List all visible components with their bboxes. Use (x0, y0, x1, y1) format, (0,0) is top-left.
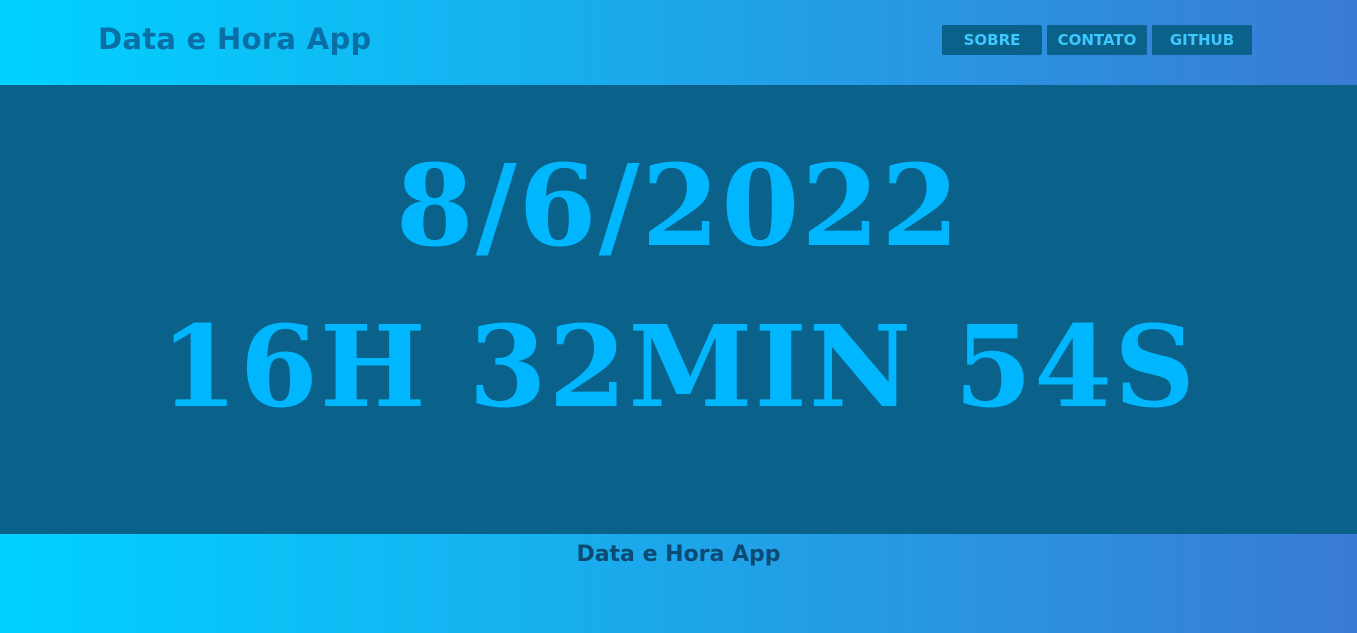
footer-bar: Data e Hora App (0, 534, 1357, 633)
nav-button-contato[interactable]: CONTATO (1047, 25, 1147, 55)
nav-menu: SOBRE CONTATO GITHUB (942, 25, 1252, 55)
current-date: 8/6/2022 (395, 141, 962, 272)
nav-button-sobre[interactable]: SOBRE (942, 25, 1042, 55)
nav-button-github[interactable]: GITHUB (1152, 25, 1252, 55)
footer-title: Data e Hora App (576, 542, 781, 567)
header-bar: Data e Hora App SOBRE CONTATO GITHUB (0, 0, 1357, 85)
clock-panel: 8/6/2022 16H 32MIN 54S (0, 85, 1357, 534)
app-title: Data e Hora App (98, 22, 372, 56)
current-time: 16H 32MIN 54S (159, 302, 1197, 433)
